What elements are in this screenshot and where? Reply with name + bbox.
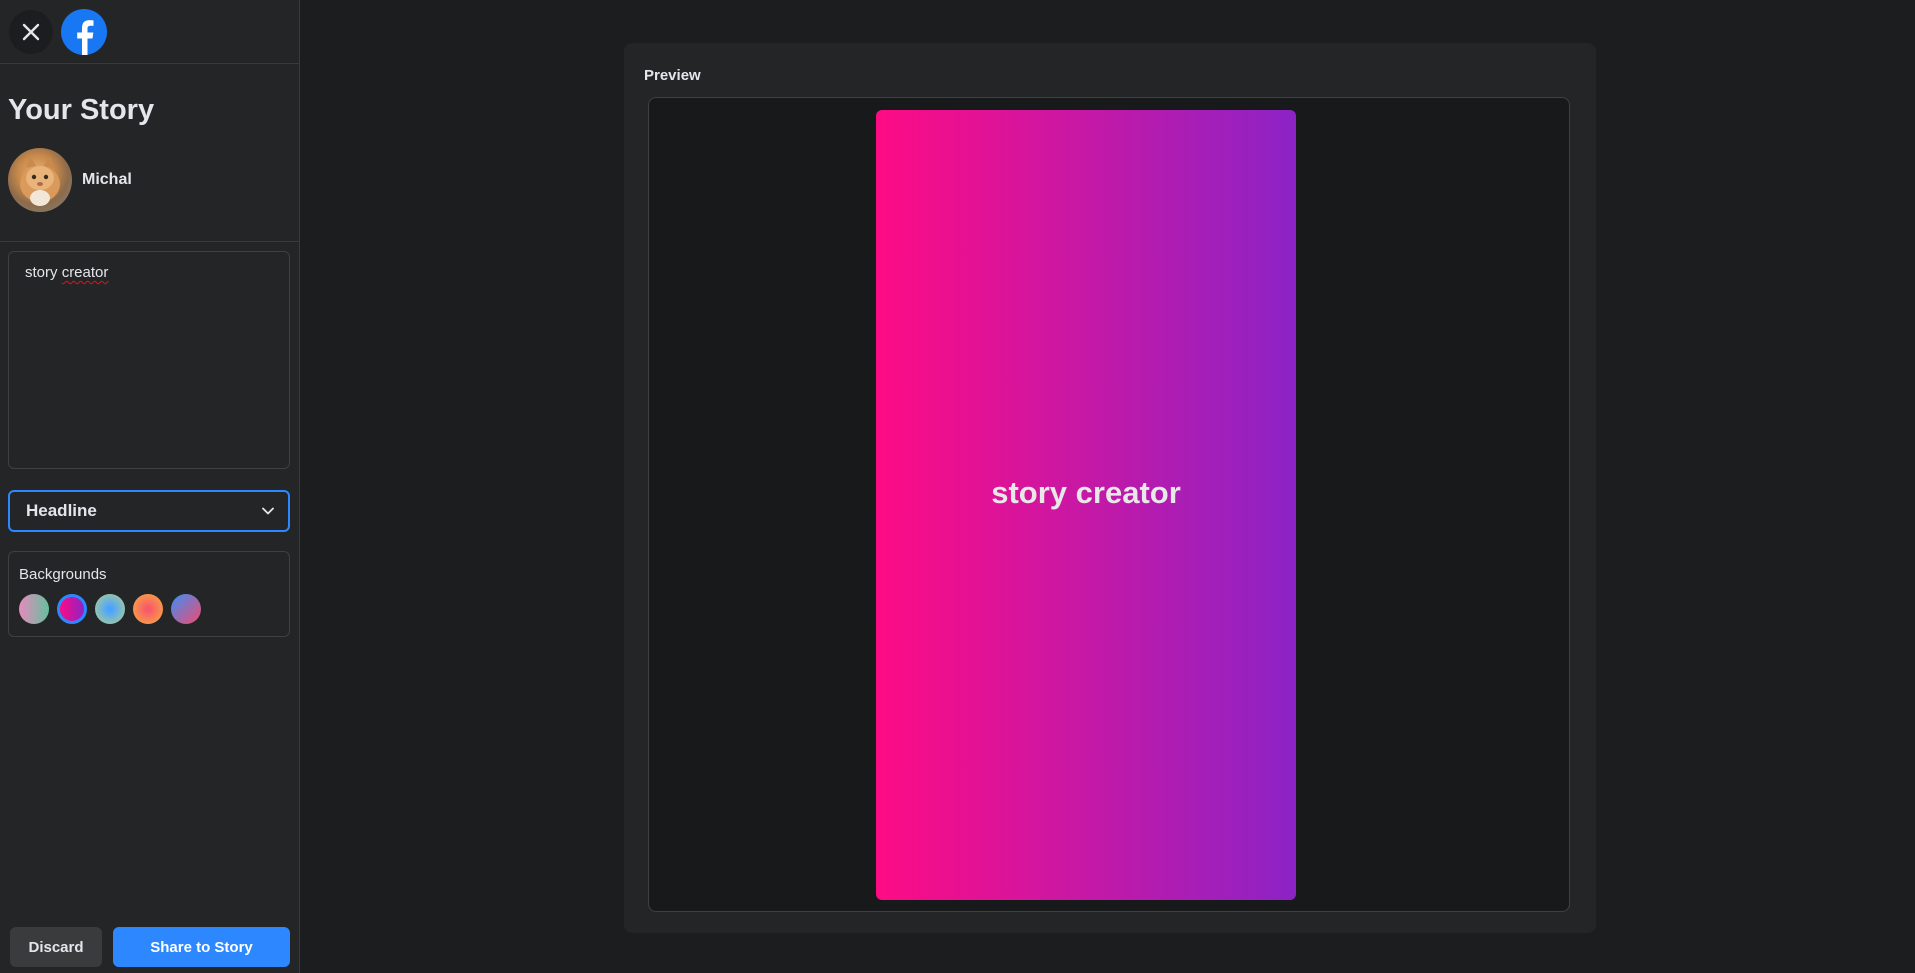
- discard-button[interactable]: Discard: [10, 927, 102, 967]
- chevron-down-icon: [262, 507, 274, 515]
- background-swatch-blue-green[interactable]: [95, 594, 125, 624]
- share-to-story-button[interactable]: Share to Story: [113, 927, 290, 967]
- background-swatches: [19, 594, 279, 624]
- font-style-value: Headline: [26, 501, 97, 520]
- story-sidebar: Your Story Michal story creator Headline…: [0, 0, 300, 973]
- divider: [0, 241, 300, 242]
- avatar: [8, 148, 72, 212]
- text-input-value-start: story: [25, 264, 62, 281]
- story-preview-text: story creator: [991, 475, 1181, 510]
- close-icon: [22, 23, 40, 40]
- sidebar-topbar: [0, 0, 299, 64]
- background-swatch-green-pink[interactable]: [19, 594, 49, 624]
- story-preview-canvas: story creator: [876, 110, 1296, 900]
- story-text-input[interactable]: story creator: [8, 251, 290, 469]
- background-swatch-orange-red[interactable]: [133, 594, 163, 624]
- text-input-value-misspelled: creator: [61, 264, 109, 281]
- font-style-select[interactable]: Headline: [8, 490, 290, 532]
- user-info: Michal: [8, 148, 132, 212]
- close-button[interactable]: [9, 9, 53, 54]
- backgrounds-label: Backgrounds: [19, 566, 107, 583]
- cat-avatar-icon: [20, 156, 60, 206]
- user-name: Michal: [82, 171, 132, 188]
- backgrounds-panel: Backgrounds: [8, 551, 290, 637]
- facebook-logo-icon[interactable]: [61, 8, 107, 55]
- page-title: Your Story: [8, 94, 155, 126]
- background-swatch-blue-pink[interactable]: [171, 594, 201, 624]
- preview-label: Preview: [644, 67, 701, 84]
- background-swatch-purple-pink[interactable]: [57, 594, 87, 624]
